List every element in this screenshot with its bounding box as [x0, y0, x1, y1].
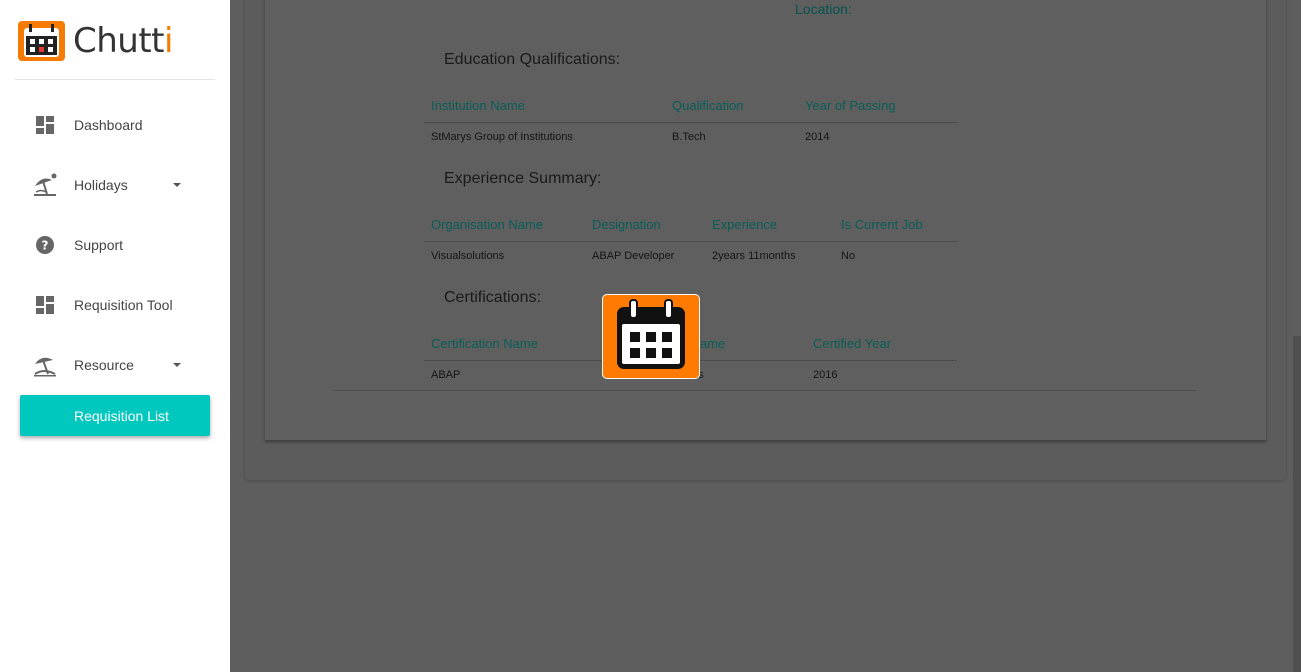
divider	[424, 241, 957, 242]
column-header: Certification Name	[431, 336, 538, 351]
calendar-logo-icon	[18, 21, 65, 61]
sidebar-item-requisition-list[interactable]: Requisition List	[20, 395, 210, 436]
sidebar-item-label: Holidays	[74, 177, 128, 193]
sidebar-item-support[interactable]: ? Support	[0, 223, 230, 267]
svg-text:?: ?	[42, 239, 49, 253]
table-cell: 2years 11months	[712, 250, 796, 262]
divider	[15, 79, 215, 80]
caret-down-icon	[173, 183, 181, 187]
table-cell: B.Tech	[672, 131, 706, 143]
help-icon: ?	[32, 232, 58, 258]
divider	[334, 390, 1196, 391]
dashboard-icon	[32, 292, 58, 318]
sidebar-item-label: Support	[74, 237, 124, 253]
column-header: Organisation Name	[431, 217, 543, 232]
certifications-title: Certifications:	[444, 289, 541, 306]
app-logo[interactable]: Chutti	[18, 21, 173, 61]
sidebar-item-label: Dashboard	[74, 117, 143, 133]
sidebar-item-holidays[interactable]: Holidays	[0, 163, 230, 207]
loading-calendar-icon	[602, 294, 700, 379]
divider	[424, 122, 957, 123]
table-cell: 2014	[805, 131, 830, 143]
column-header: Experience	[712, 217, 778, 232]
column-header: Institution Name	[431, 98, 525, 113]
location-label: Location:	[795, 1, 852, 17]
sidebar-item-requisition-tool[interactable]: Requisition Tool	[0, 283, 230, 327]
table-cell: ABAP	[431, 369, 461, 381]
table-cell: StMarys Group of Institutions	[431, 131, 573, 143]
table-cell: No	[841, 250, 856, 262]
sidebar-item-label: Resource	[74, 357, 134, 373]
table-cell: 2016	[813, 369, 838, 381]
experience-title: Experience Summary:	[444, 170, 602, 187]
column-header: Qualification	[672, 98, 744, 113]
table-cell: ABAP Developer	[592, 250, 675, 262]
column-header: Is Current Job	[841, 217, 923, 232]
beach-icon	[32, 172, 58, 198]
beach-icon	[32, 352, 58, 378]
education-title: Education Qualifications:	[444, 51, 621, 68]
column-header: Year of Passing	[805, 98, 896, 113]
sidebar: Chutti Dashboard Holidays ? Support Requ…	[0, 0, 230, 672]
sidebar-item-label: Requisition Tool	[74, 297, 173, 313]
sidebar-item-dashboard[interactable]: Dashboard	[0, 103, 230, 147]
dashboard-icon	[32, 112, 58, 138]
logo-text: Chutti	[73, 21, 173, 61]
sidebar-item-resource[interactable]: Resource	[0, 343, 230, 387]
column-header: Designation	[592, 217, 661, 232]
column-header: ame	[700, 336, 726, 351]
column-header: Certified Year	[813, 336, 892, 351]
scrollbar[interactable]	[1293, 336, 1301, 672]
caret-down-icon	[173, 363, 181, 367]
table-cell: Visualsolutions	[431, 250, 505, 262]
